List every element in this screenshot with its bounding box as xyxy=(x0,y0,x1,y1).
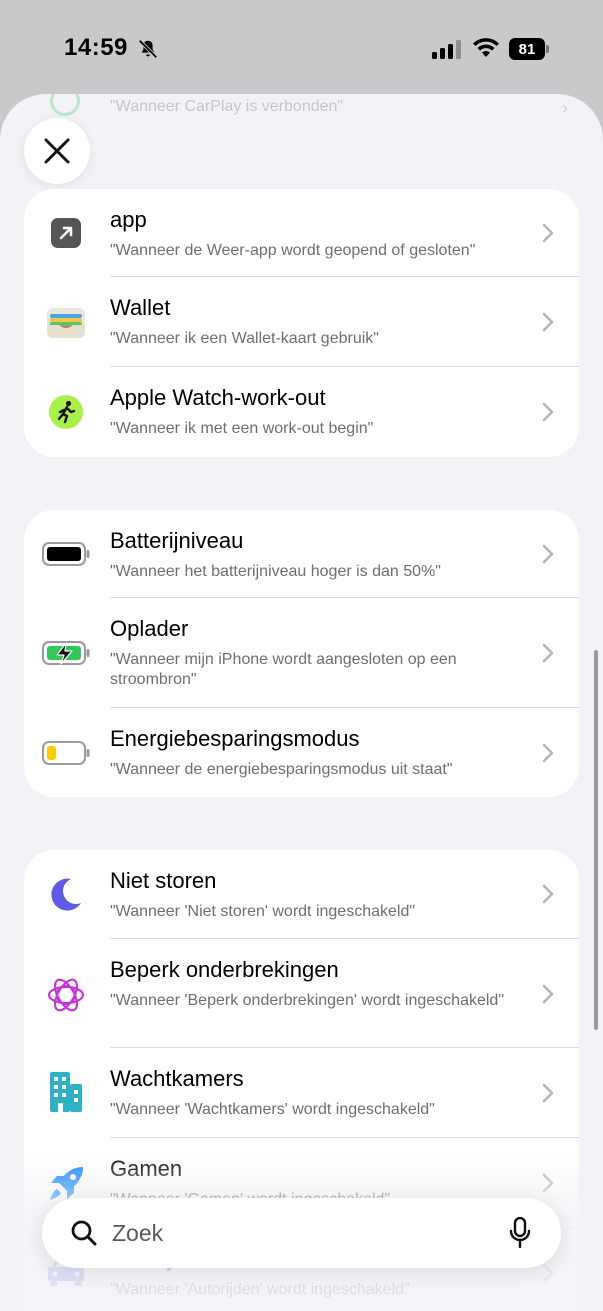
trigger-row-reduce-interruptions[interactable]: Beperk onderbrekingen "Wanneer 'Beperk o… xyxy=(24,939,579,1048)
trigger-row-do-not-disturb[interactable]: Niet storen "Wanneer 'Niet storen' wordt… xyxy=(24,850,579,939)
status-time: 14:59 xyxy=(64,34,128,61)
chevron-right-icon xyxy=(542,544,554,564)
trigger-row-charger[interactable]: Oplader "Wanneer mijn iPhone wordt aange… xyxy=(24,598,579,708)
trigger-row-low-power[interactable]: Energiebesparingsmodus "Wanneer de energ… xyxy=(24,708,579,797)
bell-slash-icon xyxy=(138,39,158,59)
chevron-right-icon xyxy=(542,223,554,243)
row-title: Wachtkamers xyxy=(110,1066,244,1091)
row-title: Wallet xyxy=(110,295,171,320)
row-subtitle: "Wanneer het batterijniveau hoger is dan… xyxy=(110,563,441,580)
row-title: Batterijniveau xyxy=(110,528,244,553)
close-icon xyxy=(44,138,70,164)
chevron-right-icon xyxy=(542,1263,554,1283)
app-arrow-icon xyxy=(51,218,81,248)
row-subtitle: "Wanneer de energiebesparingsmodus uit s… xyxy=(110,761,453,778)
row-subtitle: "Wanneer 'Wachtkamers' wordt ingeschakel… xyxy=(110,1101,435,1118)
scroll-indicator[interactable] xyxy=(594,650,598,1030)
chevron-right-icon xyxy=(542,984,554,1004)
row-title: Beperk onderbrekingen xyxy=(110,957,339,982)
search-icon xyxy=(71,1220,97,1246)
wifi-icon xyxy=(473,38,499,57)
row-subtitle: "Wanneer 'Niet storen' wordt ingeschakel… xyxy=(110,903,416,920)
trigger-row-workout[interactable]: Apple Watch-work-out "Wanneer ik met een… xyxy=(24,367,579,457)
status-bar: 14:59 81 xyxy=(0,0,603,96)
chevron-right-icon xyxy=(542,1173,554,1193)
low-power-icon xyxy=(42,741,90,765)
row-title: Oplader xyxy=(110,616,189,641)
row-title: Gamen xyxy=(110,1156,183,1181)
chevron-right-icon xyxy=(542,1083,554,1103)
search-input[interactable] xyxy=(112,1214,492,1252)
row-title: app xyxy=(110,207,147,232)
battery-status-icon: 81 xyxy=(509,38,549,60)
building-icon xyxy=(50,1072,82,1112)
row-subtitle: "Wanneer ik een Wallet-kaart gebruik" xyxy=(110,330,379,347)
apps-group: app "Wanneer de Weer-app wordt geopend o… xyxy=(24,189,579,457)
carplay-icon xyxy=(50,94,80,116)
chevron-right-icon xyxy=(542,402,554,422)
chevron-right-icon xyxy=(542,312,554,332)
reduce-interruptions-icon xyxy=(47,978,85,1012)
trigger-row-battery-level[interactable]: Batterijniveau "Wanneer het batterijnive… xyxy=(24,510,579,598)
search-bar[interactable] xyxy=(42,1198,561,1268)
trigger-row-wallet[interactable]: Wallet "Wanneer ik een Wallet-kaart gebr… xyxy=(24,277,579,367)
row-subtitle: "Wanneer 'Autorijden' wordt ingeschakeld… xyxy=(110,1281,410,1298)
close-button[interactable] xyxy=(24,118,90,184)
moon-icon xyxy=(51,878,81,911)
chevron-right-icon xyxy=(542,743,554,763)
chevron-right-icon xyxy=(542,643,554,663)
row-subtitle: "Wanneer ik met een work-out begin" xyxy=(110,420,374,437)
battery-percentage: 81 xyxy=(509,38,545,60)
battery-level-icon xyxy=(42,542,90,566)
row-subtitle: "Wanneer 'Beperk onderbrekingen' wordt i… xyxy=(110,992,504,1009)
trigger-row-waiting-rooms[interactable]: Wachtkamers "Wanneer 'Wachtkamers' wordt… xyxy=(24,1048,579,1138)
chevron-right-icon xyxy=(542,884,554,904)
microphone-icon[interactable] xyxy=(509,1217,531,1249)
workout-icon xyxy=(49,395,83,429)
chevron-right-icon: › xyxy=(562,98,568,118)
charger-icon xyxy=(42,641,90,665)
trigger-row-app[interactable]: app "Wanneer de Weer-app wordt geopend o… xyxy=(24,189,579,277)
carplay-subtitle: "Wanneer CarPlay is verbonden" xyxy=(110,98,344,115)
row-subtitle: "Wanneer mijn iPhone wordt aangesloten o… xyxy=(110,651,457,688)
row-title: Energiebesparingsmodus xyxy=(110,726,360,751)
row-title: Apple Watch-work-out xyxy=(110,385,326,410)
cellular-signal-icon xyxy=(432,40,461,59)
wallet-icon xyxy=(47,308,85,338)
carplay-row-partial: "Wanneer CarPlay is verbonden" › xyxy=(44,94,574,134)
row-subtitle: "Wanneer de Weer-app wordt geopend of ge… xyxy=(110,242,476,259)
trigger-sheet: "Wanneer CarPlay is verbonden" › app "Wa… xyxy=(0,94,603,1311)
battery-group: Batterijniveau "Wanneer het batterijnive… xyxy=(24,510,579,797)
row-title: Niet storen xyxy=(110,868,217,893)
